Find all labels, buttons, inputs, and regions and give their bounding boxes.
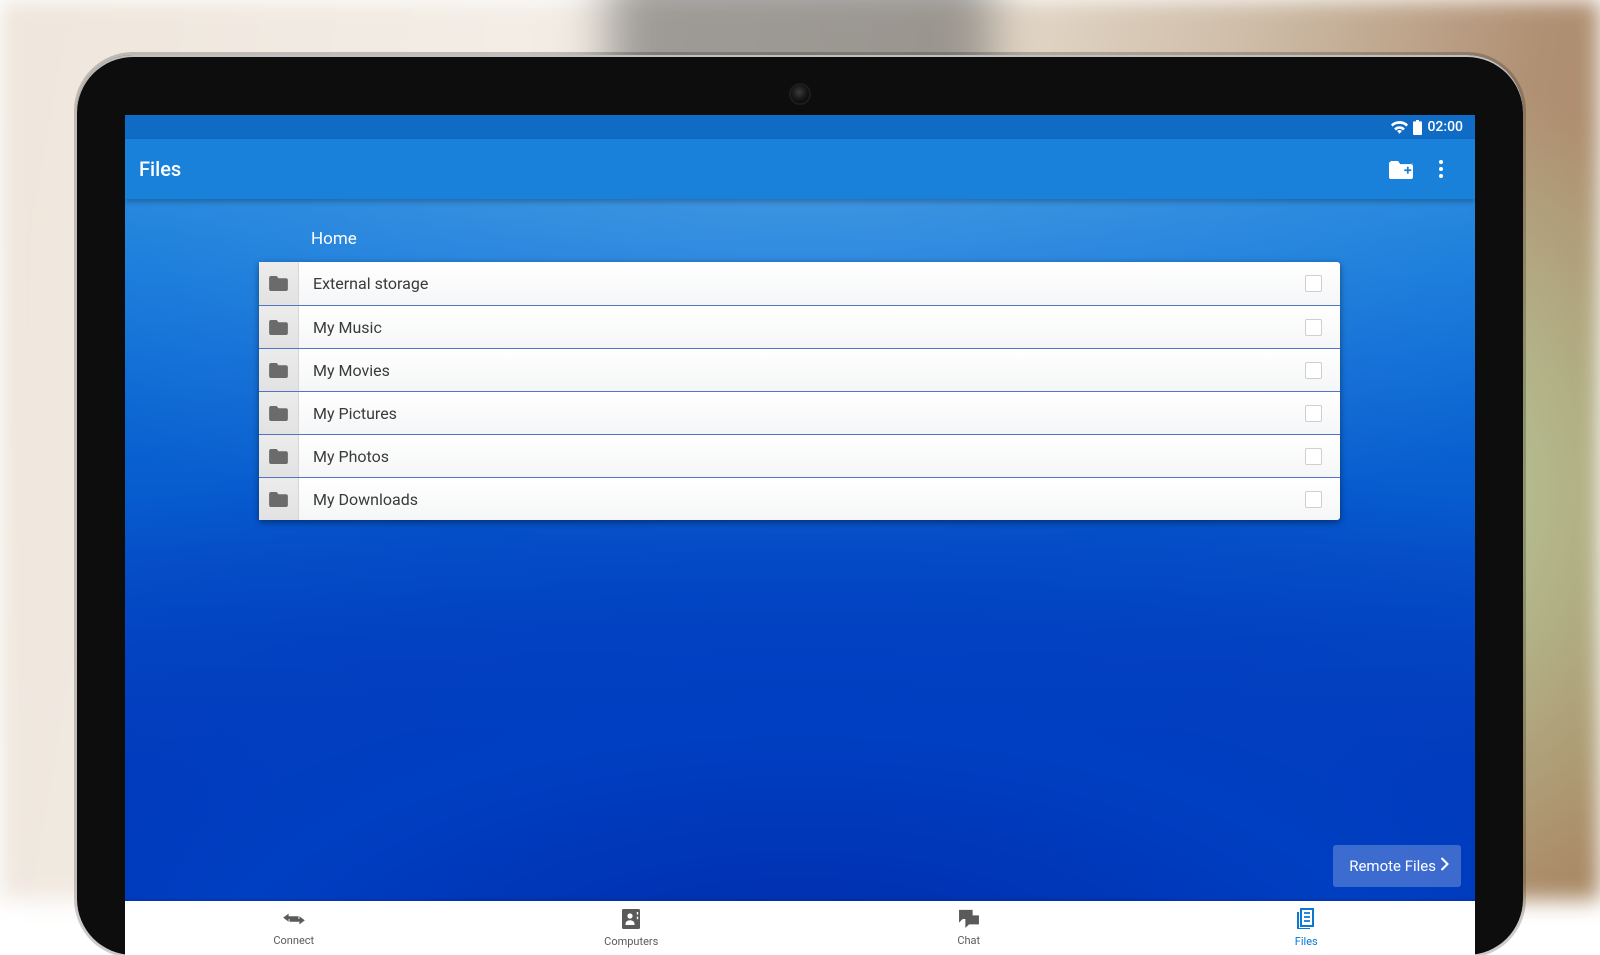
nav-files-label: Files [1295,935,1318,948]
folder-row[interactable]: External storage [259,262,1340,305]
nav-files[interactable]: Files [1138,901,1476,955]
folder-row[interactable]: My Movies [259,348,1340,391]
tablet-screen: 02:00 Files Home External storage My Musi… [125,115,1475,955]
battery-icon [1413,120,1422,135]
folder-label: My Pictures [299,404,1305,423]
folder-row[interactable]: My Downloads [259,477,1340,520]
folder-row[interactable]: My Pictures [259,391,1340,434]
folder-label: My Downloads [299,490,1305,509]
front-camera [791,85,809,103]
folder-icon [259,262,299,305]
nav-computers-label: Computers [604,935,658,948]
nav-connect-label: Connect [273,934,314,947]
overflow-menu-button[interactable] [1421,149,1461,189]
remote-files-button[interactable]: Remote Files [1333,845,1461,887]
folder-icon [259,478,299,520]
folder-checkbox[interactable] [1305,362,1322,379]
nav-files-icon [1297,908,1316,933]
nav-computers[interactable]: Computers [463,901,801,955]
folder-icon [259,435,299,477]
tablet-frame: 02:00 Files Home External storage My Musi… [77,55,1523,955]
folder-checkbox[interactable] [1305,319,1322,336]
status-bar: 02:00 [125,115,1475,139]
app-bar: Files [125,139,1475,199]
status-time: 02:00 [1427,119,1463,135]
folder-label: My Photos [299,447,1305,466]
folder-checkbox[interactable] [1305,491,1322,508]
nav-connect[interactable]: Connect [125,901,463,955]
remote-files-label: Remote Files [1349,857,1436,875]
folder-checkbox[interactable] [1305,405,1322,422]
folder-list: External storage My Music My Movies My Pict… [259,262,1340,520]
nav-chat-label: Chat [957,934,980,947]
nav-computers-icon [622,909,640,933]
app-bar-title: Files [139,157,181,181]
breadcrumb[interactable]: Home [311,229,357,249]
folder-checkbox[interactable] [1305,275,1322,292]
folder-row[interactable]: My Photos [259,434,1340,477]
folder-row[interactable]: My Music [259,305,1340,348]
folder-label: My Movies [299,361,1305,380]
main-panel: Home External storage My Music My Movies My… [125,199,1475,901]
folder-label: External storage [299,274,1305,293]
chevron-right-icon [1440,857,1449,875]
bottom-nav: Connect Computers Chat Files [125,901,1475,955]
folder-icon [259,306,299,348]
nav-chat[interactable]: Chat [800,901,1138,955]
nav-chat-icon [958,909,980,932]
folder-icon [259,349,299,391]
folder-checkbox[interactable] [1305,448,1322,465]
folder-icon [259,392,299,434]
folder-label: My Music [299,318,1305,337]
new-folder-button[interactable] [1381,149,1421,189]
nav-connect-icon [283,910,305,932]
wifi-icon [1391,121,1408,134]
